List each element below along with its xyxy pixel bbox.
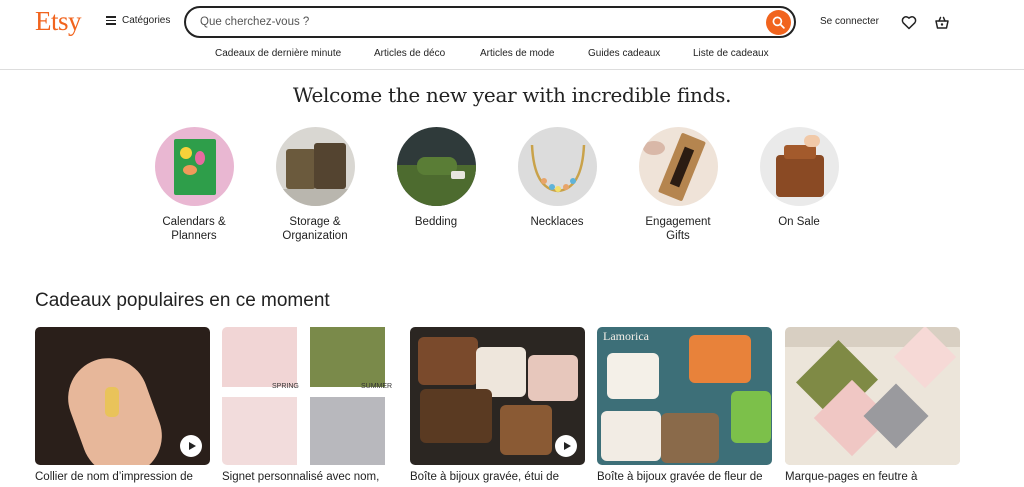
- category-necklaces[interactable]: Necklaces: [502, 127, 612, 229]
- category-storage[interactable]: Storage & Organization: [260, 127, 370, 243]
- category-calendars[interactable]: Calendars & Planners: [139, 127, 249, 243]
- product-card[interactable]: SPRING SUMMER Signet personnalisé avec n…: [222, 327, 397, 483]
- product-image: [785, 327, 960, 465]
- necklace-graphic: [530, 144, 585, 193]
- subnav-decor[interactable]: Articles de déco: [374, 48, 445, 59]
- calendars-image: [154, 127, 234, 206]
- category-engagement-gifts[interactable]: Engagement Gifts: [623, 127, 733, 243]
- search-icon: [772, 16, 785, 29]
- category-on-sale[interactable]: On Sale: [744, 127, 854, 229]
- on-sale-image: [759, 127, 839, 206]
- welcome-heading: Welcome the new year with incredible fin…: [292, 83, 732, 107]
- play-video-button[interactable]: [555, 435, 577, 457]
- category-bedding[interactable]: Bedding: [381, 127, 491, 229]
- necklaces-image: [517, 127, 597, 206]
- product-image: SPRING SUMMER: [222, 327, 397, 465]
- categories-button[interactable]: Catégories: [106, 15, 170, 26]
- subnav-last-minute-gifts[interactable]: Cadeaux de dernière minute: [215, 48, 341, 59]
- product-card[interactable]: Boîte à bijoux gravée, étui de: [410, 327, 585, 483]
- product-image: [35, 327, 210, 465]
- subnav-gift-guides[interactable]: Guides cadeaux: [588, 48, 660, 59]
- brand-text: Lamorica: [603, 329, 649, 343]
- summer-tag: SUMMER: [361, 383, 393, 390]
- product-card[interactable]: Lamorica Boîte à bijoux gravée de fleur …: [597, 327, 772, 483]
- product-card[interactable]: Marque-pages en feutre à: [785, 327, 960, 483]
- necklaces-label: Necklaces: [530, 216, 584, 228]
- product-image: [410, 327, 585, 465]
- engagement-image: [638, 127, 718, 206]
- search-button[interactable]: [766, 9, 791, 35]
- storage-image: [275, 127, 355, 206]
- product-title[interactable]: Collier de nom d’impression de: [35, 471, 210, 483]
- sign-in-link[interactable]: Se connecter: [820, 16, 879, 27]
- search-bar: [184, 6, 796, 38]
- search-input[interactable]: [198, 15, 766, 29]
- menu-icon: [106, 16, 116, 25]
- product-title[interactable]: Boîte à bijoux gravée, étui de: [410, 471, 585, 483]
- favorites-button[interactable]: [900, 13, 918, 31]
- heart-icon: [901, 15, 917, 29]
- storage-label-2: Organization: [282, 230, 348, 242]
- categories-label: Catégories: [122, 15, 171, 26]
- product-title[interactable]: Marque-pages en feutre à: [785, 471, 960, 483]
- basket-icon: [935, 16, 949, 29]
- product-card[interactable]: Collier de nom d’impression de: [35, 327, 210, 483]
- product-image: Lamorica: [597, 327, 772, 465]
- calendars-label-1: Calendars &: [162, 216, 226, 228]
- etsy-logo[interactable]: Etsy: [35, 6, 82, 37]
- header-divider: [0, 69, 1024, 70]
- calendars-label-2: Planners: [171, 230, 217, 242]
- play-video-button[interactable]: [180, 435, 202, 457]
- on-sale-label: On Sale: [778, 216, 820, 228]
- storage-label-1: Storage &: [289, 216, 341, 228]
- bedding-image: [396, 127, 476, 206]
- product-title[interactable]: Signet personnalisé avec nom,: [222, 471, 397, 483]
- subnav-fashion[interactable]: Articles de mode: [480, 48, 554, 59]
- product-title[interactable]: Boîte à bijoux gravée de fleur de: [597, 471, 772, 483]
- subnav-gift-list[interactable]: Liste de cadeaux: [693, 48, 769, 59]
- spring-tag: SPRING: [272, 383, 299, 390]
- cart-button[interactable]: [933, 13, 951, 31]
- bedding-label: Bedding: [414, 216, 458, 228]
- engagement-label-2: Gifts: [666, 230, 690, 242]
- engagement-label-1: Engagement: [645, 216, 711, 228]
- section-title: Cadeaux populaires en ce moment: [35, 290, 330, 311]
